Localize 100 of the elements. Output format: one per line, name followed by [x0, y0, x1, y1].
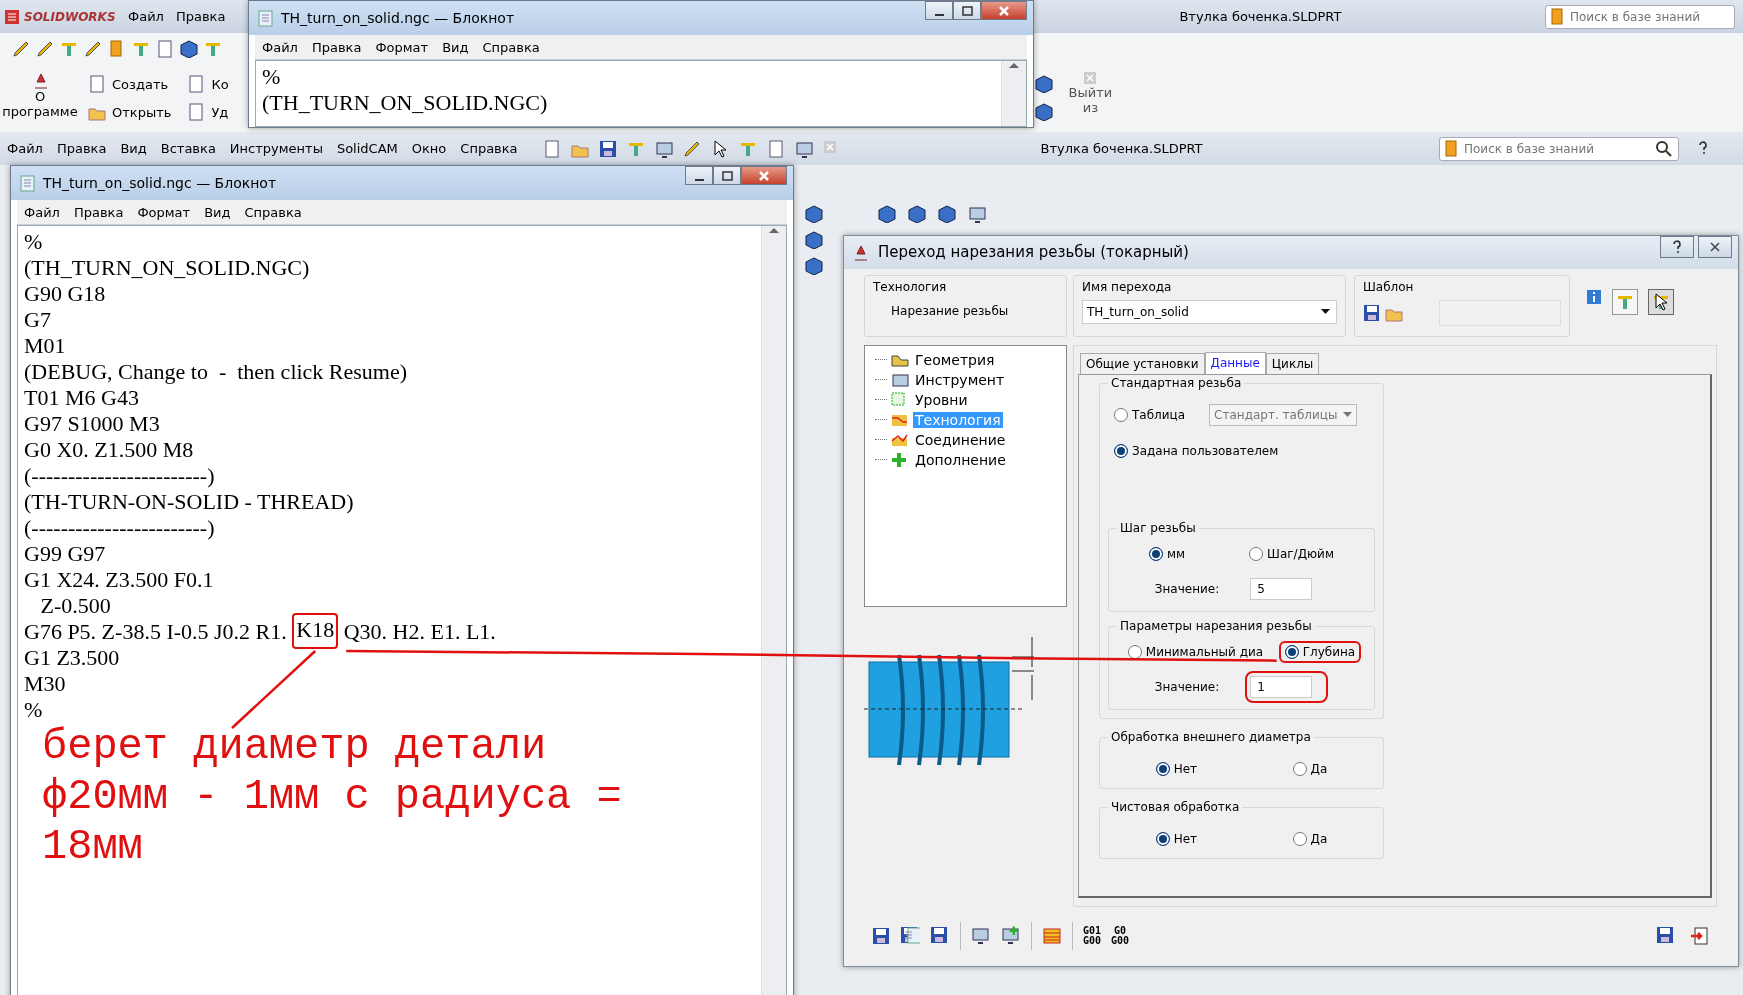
- search-field[interactable]: Поиск в базе знаний: [1439, 136, 1679, 161]
- menu-item[interactable]: Вид: [113, 141, 154, 156]
- close-button[interactable]: [1698, 236, 1732, 258]
- gcode-button[interactable]: G0 G00: [1111, 926, 1130, 947]
- tree-item[interactable]: Уровни: [913, 391, 970, 408]
- view-icon[interactable]: [968, 205, 986, 223]
- menu-item[interactable]: SolidCAM: [329, 141, 405, 156]
- minimize-icon: [934, 13, 944, 16]
- code-line: %: [262, 64, 281, 90]
- menu-item[interactable]: Вставка: [153, 141, 223, 156]
- menu-item[interactable]: Правка: [304, 39, 369, 55]
- radio-label[interactable]: Минимальный диа: [1145, 644, 1264, 659]
- ribbon-button[interactable]: Ко: [187, 75, 229, 93]
- radio-label[interactable]: мм: [1167, 546, 1186, 561]
- tab[interactable]: Данные: [1204, 351, 1266, 374]
- radio-label[interactable]: Нет: [1173, 831, 1198, 846]
- menu-item[interactable]: Файл: [0, 141, 50, 156]
- close-button[interactable]: [741, 166, 787, 185]
- menu-item[interactable]: Справка: [475, 39, 547, 55]
- menu-item[interactable]: Окно: [404, 141, 454, 156]
- toolbar-icon[interactable]: [180, 40, 198, 58]
- operation-name-combo[interactable]: TH_turn_on_solid: [1082, 299, 1337, 324]
- group-label: Шаблон: [1363, 279, 1415, 294]
- close-button[interactable]: [981, 1, 1027, 20]
- section-title: Чистовая обработка: [1108, 799, 1243, 814]
- help-button[interactable]: [1660, 236, 1694, 258]
- menu-item[interactable]: Справка: [453, 141, 525, 156]
- ribbon-button[interactable]: Открыть: [88, 103, 172, 121]
- toolbar-icon[interactable]: [654, 139, 673, 158]
- radio-label[interactable]: Да: [1310, 831, 1328, 846]
- toolbar-icon[interactable]: [794, 139, 813, 158]
- menu-item[interactable]: Файл: [255, 39, 305, 55]
- ribbon-button[interactable]: Уд: [187, 103, 229, 121]
- save-icon[interactable]: [1363, 303, 1379, 322]
- radio-button[interactable]: [1249, 546, 1264, 561]
- view-icon[interactable]: [805, 257, 823, 275]
- radio-button[interactable]: [1284, 644, 1299, 659]
- toolbar-icon[interactable]: [36, 40, 54, 58]
- tool-button[interactable]: [1648, 288, 1674, 315]
- radio-label[interactable]: Да: [1310, 761, 1328, 776]
- code-line: G7: [24, 307, 51, 333]
- info-icon[interactable]: [1586, 288, 1602, 305]
- tree-item[interactable]: Соединение: [913, 431, 1008, 448]
- radio-label[interactable]: Шаг/Дюйм: [1267, 546, 1334, 561]
- ribbon-button[interactable]: Создать: [88, 75, 172, 93]
- maximize-button[interactable]: [713, 166, 741, 185]
- value-field[interactable]: 1: [1245, 670, 1329, 703]
- radio-button[interactable]: [1292, 831, 1307, 846]
- toolbar-icon[interactable]: [598, 139, 617, 158]
- menu-item[interactable]: Правка: [49, 141, 114, 156]
- computer-add-icon[interactable]: [1001, 926, 1021, 947]
- save-icon[interactable]: [872, 927, 890, 946]
- circled-code: K18: [292, 613, 339, 649]
- menu-item[interactable]: Вид: [435, 39, 476, 55]
- minimize-button[interactable]: [925, 1, 953, 20]
- tree-item[interactable]: Геометрия: [913, 351, 997, 368]
- menu-item[interactable]: Правка: [169, 9, 232, 24]
- maximize-button[interactable]: [953, 1, 981, 20]
- tab[interactable]: Циклы: [1265, 352, 1320, 374]
- toolbar-icon[interactable]: [682, 139, 701, 158]
- exit-icon[interactable]: [1690, 926, 1710, 947]
- radio-button[interactable]: [1127, 644, 1142, 659]
- menu-item[interactable]: Файл: [17, 204, 67, 220]
- radio-button[interactable]: [1155, 761, 1170, 776]
- search-icon[interactable]: [1655, 139, 1673, 158]
- tab[interactable]: Общие установки: [1080, 352, 1205, 374]
- window-title: TH_turn_on_solid.ngc — Блокнот: [43, 175, 277, 191]
- dropdown-arrow-icon: [1343, 412, 1353, 418]
- menu-item[interactable]: Инструменты: [222, 141, 330, 156]
- radio-button[interactable]: [1292, 761, 1307, 776]
- menu-item[interactable]: Формат: [368, 39, 436, 55]
- computer-icon[interactable]: [971, 926, 991, 947]
- radio-button[interactable]: [1114, 443, 1128, 458]
- view-icon[interactable]: [805, 205, 823, 223]
- radio-label[interactable]: Глубина: [1302, 644, 1356, 659]
- toolbar-icon[interactable]: [84, 40, 102, 58]
- tree-item[interactable]: Инструмент: [913, 371, 1007, 388]
- minimize-button[interactable]: [685, 166, 713, 185]
- view-icon[interactable]: [878, 205, 896, 223]
- menu-item[interactable]: Вид: [197, 204, 238, 220]
- menu-item[interactable]: Правка: [66, 204, 131, 220]
- menu-item[interactable]: Файл: [122, 9, 170, 24]
- view-icon[interactable]: [938, 205, 956, 223]
- tree-item[interactable]: Дополнение: [913, 451, 1008, 468]
- save-table-icon[interactable]: [900, 926, 920, 947]
- exit-button[interactable]: Выйти из: [1068, 71, 1113, 126]
- view-icon[interactable]: [805, 231, 823, 249]
- radio-button[interactable]: [1155, 831, 1170, 846]
- radio-label[interactable]: Задана пользователем: [1132, 443, 1279, 458]
- menu-item[interactable]: Формат: [130, 204, 198, 220]
- view-icon[interactable]: [908, 205, 926, 223]
- radio-button[interactable]: [1149, 546, 1163, 561]
- menu-item[interactable]: Справка: [237, 204, 309, 220]
- about-button[interactable]: О программе: [0, 71, 80, 131]
- toolbar-icon[interactable]: [12, 40, 30, 58]
- group-title: Шаг резьбы: [1117, 520, 1199, 535]
- radio-label[interactable]: Нет: [1173, 761, 1198, 776]
- search-field[interactable]: Поиск в базе знаний: [1545, 4, 1735, 29]
- dropdown-arrow-icon: [1321, 309, 1330, 315]
- gcode-button[interactable]: G01 G00: [1083, 926, 1102, 947]
